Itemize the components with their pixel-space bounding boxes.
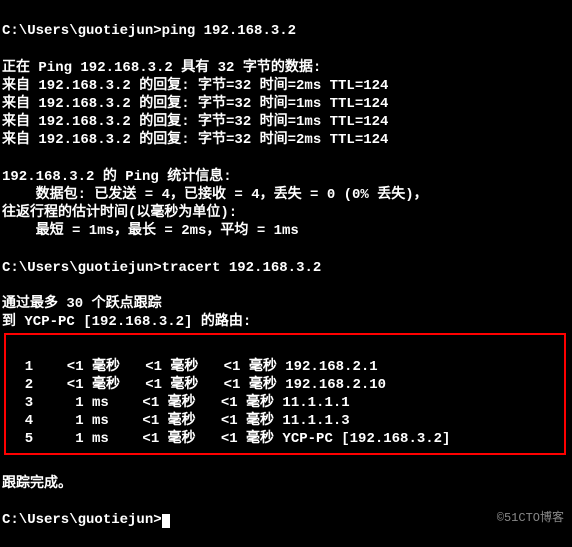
tracert-hop: 5 1 ms <1 毫秒 <1 毫秒 YCP-PC [192.168.3.2] — [8, 431, 450, 447]
prompt: C:\Users\guotiejun>tracert 192.168.3.2 — [2, 260, 321, 276]
ping-reply: 来自 192.168.3.2 的回复: 字节=32 时间=1ms TTL=124 — [2, 114, 388, 130]
cursor-icon — [162, 514, 170, 528]
prompt: C:\Users\guotiejun>ping 192.168.3.2 — [2, 23, 296, 39]
ping-reply: 来自 192.168.3.2 的回复: 字节=32 时间=2ms TTL=124 — [2, 132, 388, 148]
ping-reply: 来自 192.168.3.2 的回复: 字节=32 时间=2ms TTL=124 — [2, 78, 388, 94]
tracert-highlight-box: 1 <1 毫秒 <1 毫秒 <1 毫秒 192.168.2.1 2 <1 毫秒 … — [4, 333, 566, 454]
ping-reply: 来自 192.168.3.2 的回复: 字节=32 时间=1ms TTL=124 — [2, 96, 388, 112]
stats-header: 192.168.3.2 的 Ping 统计信息: — [2, 169, 232, 185]
stats-rtt: 最短 = 1ms，最长 = 2ms，平均 = 1ms — [2, 223, 299, 239]
tracert-header: 到 YCP-PC [192.168.3.2] 的路由: — [2, 314, 251, 330]
tracert-header: 通过最多 30 个跃点跟踪 — [2, 296, 162, 312]
prompt[interactable]: C:\Users\guotiejun> — [2, 512, 170, 528]
terminal-output: C:\Users\guotiejun>ping 192.168.3.2 正在 P… — [0, 0, 572, 533]
tracert-hop: 4 1 ms <1 毫秒 <1 毫秒 11.1.1.3 — [8, 413, 350, 429]
watermark: ©51CTO博客 — [497, 508, 564, 525]
tracert-hop: 1 <1 毫秒 <1 毫秒 <1 毫秒 192.168.2.1 — [8, 359, 378, 375]
stats-packets: 数据包: 已发送 = 4，已接收 = 4，丢失 = 0 (0% 丢失)， — [2, 187, 428, 203]
tracert-done: 跟踪完成。 — [2, 476, 72, 492]
stats-rtt-header: 往返行程的估计时间(以毫秒为单位): — [2, 205, 237, 221]
ping-header: 正在 Ping 192.168.3.2 具有 32 字节的数据: — [2, 60, 321, 76]
tracert-hop: 3 1 ms <1 毫秒 <1 毫秒 11.1.1.1 — [8, 395, 350, 411]
tracert-hop: 2 <1 毫秒 <1 毫秒 <1 毫秒 192.168.2.10 — [8, 377, 386, 393]
